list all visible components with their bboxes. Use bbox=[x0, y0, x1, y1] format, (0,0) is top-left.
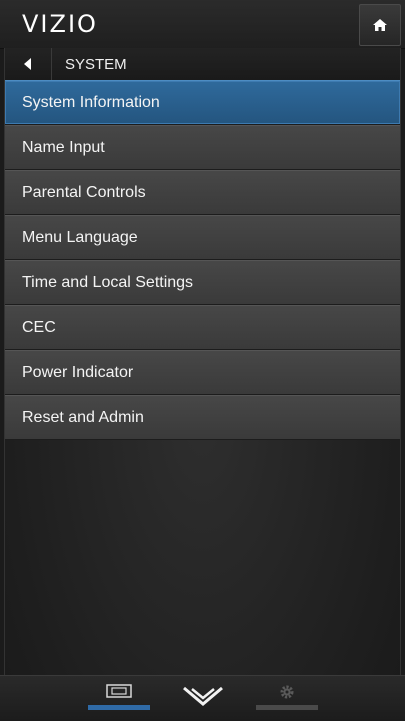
vizio-logo: VIZIO bbox=[22, 10, 98, 38]
back-arrow-icon bbox=[24, 58, 31, 70]
input-screen-icon bbox=[106, 684, 132, 698]
vizio-menu-button[interactable] bbox=[180, 676, 226, 721]
top-bar: VIZIO bbox=[0, 0, 405, 49]
bottom-nav bbox=[0, 675, 405, 721]
active-tab-indicator bbox=[88, 705, 150, 710]
tab-settings[interactable] bbox=[256, 676, 318, 721]
menu-item-reset-and-admin[interactable]: Reset and Admin bbox=[5, 395, 400, 440]
tab-input[interactable] bbox=[88, 676, 150, 721]
menu-item-name-input[interactable]: Name Input bbox=[5, 125, 400, 170]
back-button[interactable] bbox=[5, 48, 52, 80]
page-title: SYSTEM bbox=[65, 56, 127, 73]
menu-item-system-information[interactable]: System Information bbox=[5, 80, 400, 125]
home-icon bbox=[373, 19, 387, 31]
vizio-chevron-icon bbox=[183, 686, 223, 706]
menu-item-parental-controls[interactable]: Parental Controls bbox=[5, 170, 400, 215]
menu-item-cec[interactable]: CEC bbox=[5, 305, 400, 350]
menu-item-power-indicator[interactable]: Power Indicator bbox=[5, 350, 400, 395]
menu-panel: SYSTEM System Information Name Input Par… bbox=[4, 48, 401, 675]
home-button[interactable] bbox=[359, 4, 401, 46]
menu-list: System Information Name Input Parental C… bbox=[5, 80, 400, 440]
menu-item-menu-language[interactable]: Menu Language bbox=[5, 215, 400, 260]
gear-icon bbox=[280, 685, 294, 699]
breadcrumb: SYSTEM bbox=[5, 48, 400, 81]
menu-item-time-and-local-settings[interactable]: Time and Local Settings bbox=[5, 260, 400, 305]
inactive-tab-indicator bbox=[256, 705, 318, 710]
